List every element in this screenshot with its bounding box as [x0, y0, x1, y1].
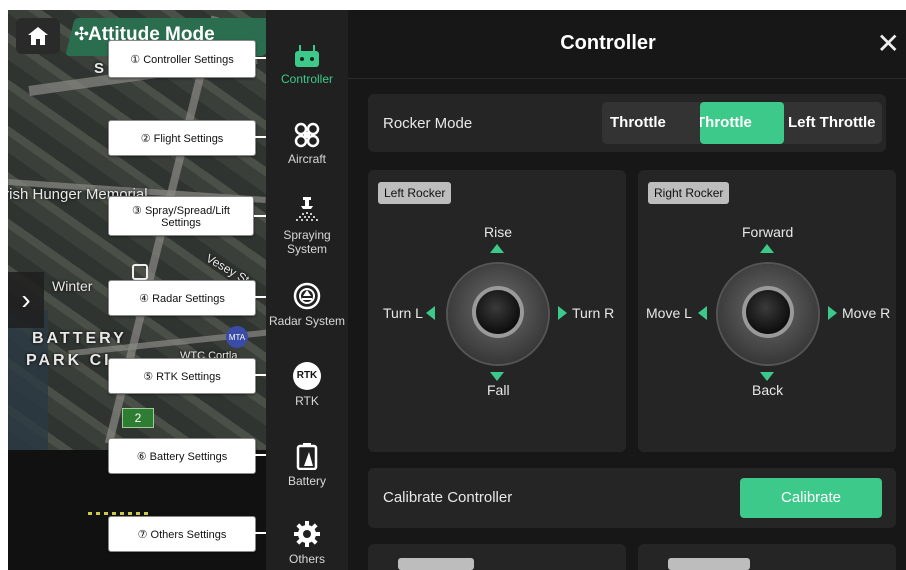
- partial-card-right: [638, 544, 896, 570]
- calibrate-button[interactable]: Calibrate: [740, 478, 882, 518]
- partial-tag: [398, 558, 474, 570]
- right-rocker-card: Right Rocker Forward Move L Move R Back: [638, 170, 896, 452]
- sidebar-item-controller[interactable]: Controller: [266, 44, 348, 86]
- callout-spray-settings: ③ Spray/Spread/Lift Settings: [108, 196, 254, 236]
- right-joystick: [718, 264, 818, 364]
- rocker-direction-down: Back: [752, 382, 784, 398]
- sidebar-item-battery[interactable]: Battery: [266, 442, 348, 488]
- sidebar-item-label: RTK: [295, 394, 319, 408]
- rocker-direction-right: Turn R: [572, 305, 615, 321]
- arrow-up-icon: [490, 244, 504, 253]
- map-pin-icon: [132, 264, 148, 280]
- rocker-mode-option-throttle-selected: Throttle: [700, 114, 752, 131]
- sidebar-item-label: Spraying System: [283, 228, 331, 256]
- settings-sidebar: Controller Aircraft Spraying System Rada…: [266, 10, 348, 570]
- left-joystick: [448, 264, 548, 364]
- right-rocker-tag: Right Rocker: [648, 182, 730, 204]
- close-button[interactable]: ✕: [877, 30, 900, 58]
- controller-icon: [295, 45, 319, 67]
- arrow-up-icon: [760, 244, 774, 253]
- sidebar-item-label: Others: [288, 552, 325, 566]
- close-icon: ✕: [876, 28, 900, 59]
- spraying-icon: [296, 197, 318, 221]
- panel-header: Controller ✕: [348, 10, 906, 79]
- sidebar-item-label: Controller: [280, 72, 334, 86]
- map-label: BATTERY: [32, 330, 127, 347]
- map-label: PARK CI: [26, 352, 112, 369]
- joystick-knob: [746, 290, 790, 334]
- arrow-down-icon: [760, 372, 774, 381]
- arrow-right-icon: [558, 306, 567, 320]
- callout-flight-settings: ② Flight Settings: [108, 120, 256, 156]
- rocker-mode-option-selected[interactable]: Throttle: [700, 102, 784, 144]
- partial-card-left: [368, 544, 626, 570]
- drone-track: [88, 512, 148, 515]
- rocker-mode-row: Rocker Mode Throttle Throttle Left Throt…: [368, 94, 886, 152]
- sidebar-item-spraying-system[interactable]: Spraying System: [266, 196, 348, 256]
- arrow-right-icon: [828, 306, 837, 320]
- arrow-left-icon: [426, 306, 435, 320]
- metro-icon-text: MTA: [228, 332, 246, 342]
- calibrate-label: Calibrate Controller: [383, 489, 513, 506]
- left-rocker-tag: Left Rocker: [378, 182, 452, 204]
- sidebar-item-label: Radar System: [268, 314, 346, 328]
- rocker-direction-right: Move R: [842, 305, 891, 321]
- app-screen: ✣ Attitude Mode S Irish Hunger Memorial …: [8, 10, 906, 570]
- calibrate-row: Calibrate Controller Calibrate: [368, 468, 896, 528]
- rtk-icon-text: RTK: [296, 370, 318, 381]
- chevron-right-icon: ›: [21, 284, 31, 315]
- sidebar-item-aircraft[interactable]: Aircraft: [266, 122, 348, 166]
- callout-others-settings: ⑦ Others Settings: [108, 516, 256, 552]
- rtk-icon: RTK: [293, 362, 321, 390]
- gear-icon: [294, 521, 320, 547]
- rocker-mode-label: Rocker Mode: [383, 115, 473, 132]
- callout-battery-settings: ⑥ Battery Settings: [108, 438, 256, 474]
- sidebar-item-label: Battery: [287, 474, 326, 488]
- rocker-direction-left: Turn L: [383, 305, 423, 321]
- propeller-icon: ✣: [74, 24, 90, 44]
- rocker-direction-down: Fall: [487, 382, 510, 398]
- sidebar-item-rtk[interactable]: RTK RTK: [266, 362, 348, 408]
- rocker-mode-selector[interactable]: Throttle Throttle Left Throttle: [602, 102, 882, 144]
- rocker-direction-left: Move L: [646, 305, 692, 321]
- callout-rtk-settings: ⑤ RTK Settings: [108, 358, 256, 394]
- radar-icon: [293, 282, 321, 310]
- map-marker-badge: 2: [122, 408, 154, 428]
- sidebar-item-others[interactable]: Others: [266, 520, 348, 566]
- expand-map-button[interactable]: ›: [8, 272, 44, 328]
- home-button[interactable]: [16, 18, 60, 54]
- map-label: Winter: [52, 278, 93, 294]
- callout-radar-settings: ④ Radar Settings: [108, 280, 256, 316]
- arrow-left-icon: [698, 306, 707, 320]
- joystick-knob: [476, 290, 520, 334]
- aircraft-icon: [294, 122, 320, 148]
- sidebar-item-label: Aircraft: [287, 152, 326, 166]
- partial-tag: [668, 558, 750, 570]
- panel-title: Controller: [560, 32, 656, 54]
- sidebar-item-radar-system[interactable]: Radar System: [266, 282, 348, 328]
- rocker-direction-up: Rise: [484, 224, 513, 240]
- metro-icon: MTA: [226, 326, 248, 348]
- home-icon: [28, 27, 48, 45]
- battery-icon: [296, 443, 318, 470]
- map-label: S: [94, 60, 105, 77]
- arrow-down-icon: [490, 372, 504, 381]
- rocker-mode-option-throttle[interactable]: Throttle: [610, 102, 666, 144]
- callout-controller-settings: ① Controller Settings: [108, 40, 256, 78]
- rocker-direction-up: Forward: [742, 224, 794, 240]
- left-rocker-card: Left Rocker Rise Turn L Turn R Fall: [368, 170, 626, 452]
- rocker-mode-option-left-throttle[interactable]: Left Throttle: [788, 102, 876, 144]
- controller-settings-panel: Controller ✕ Rocker Mode Throttle Thrott…: [348, 10, 906, 570]
